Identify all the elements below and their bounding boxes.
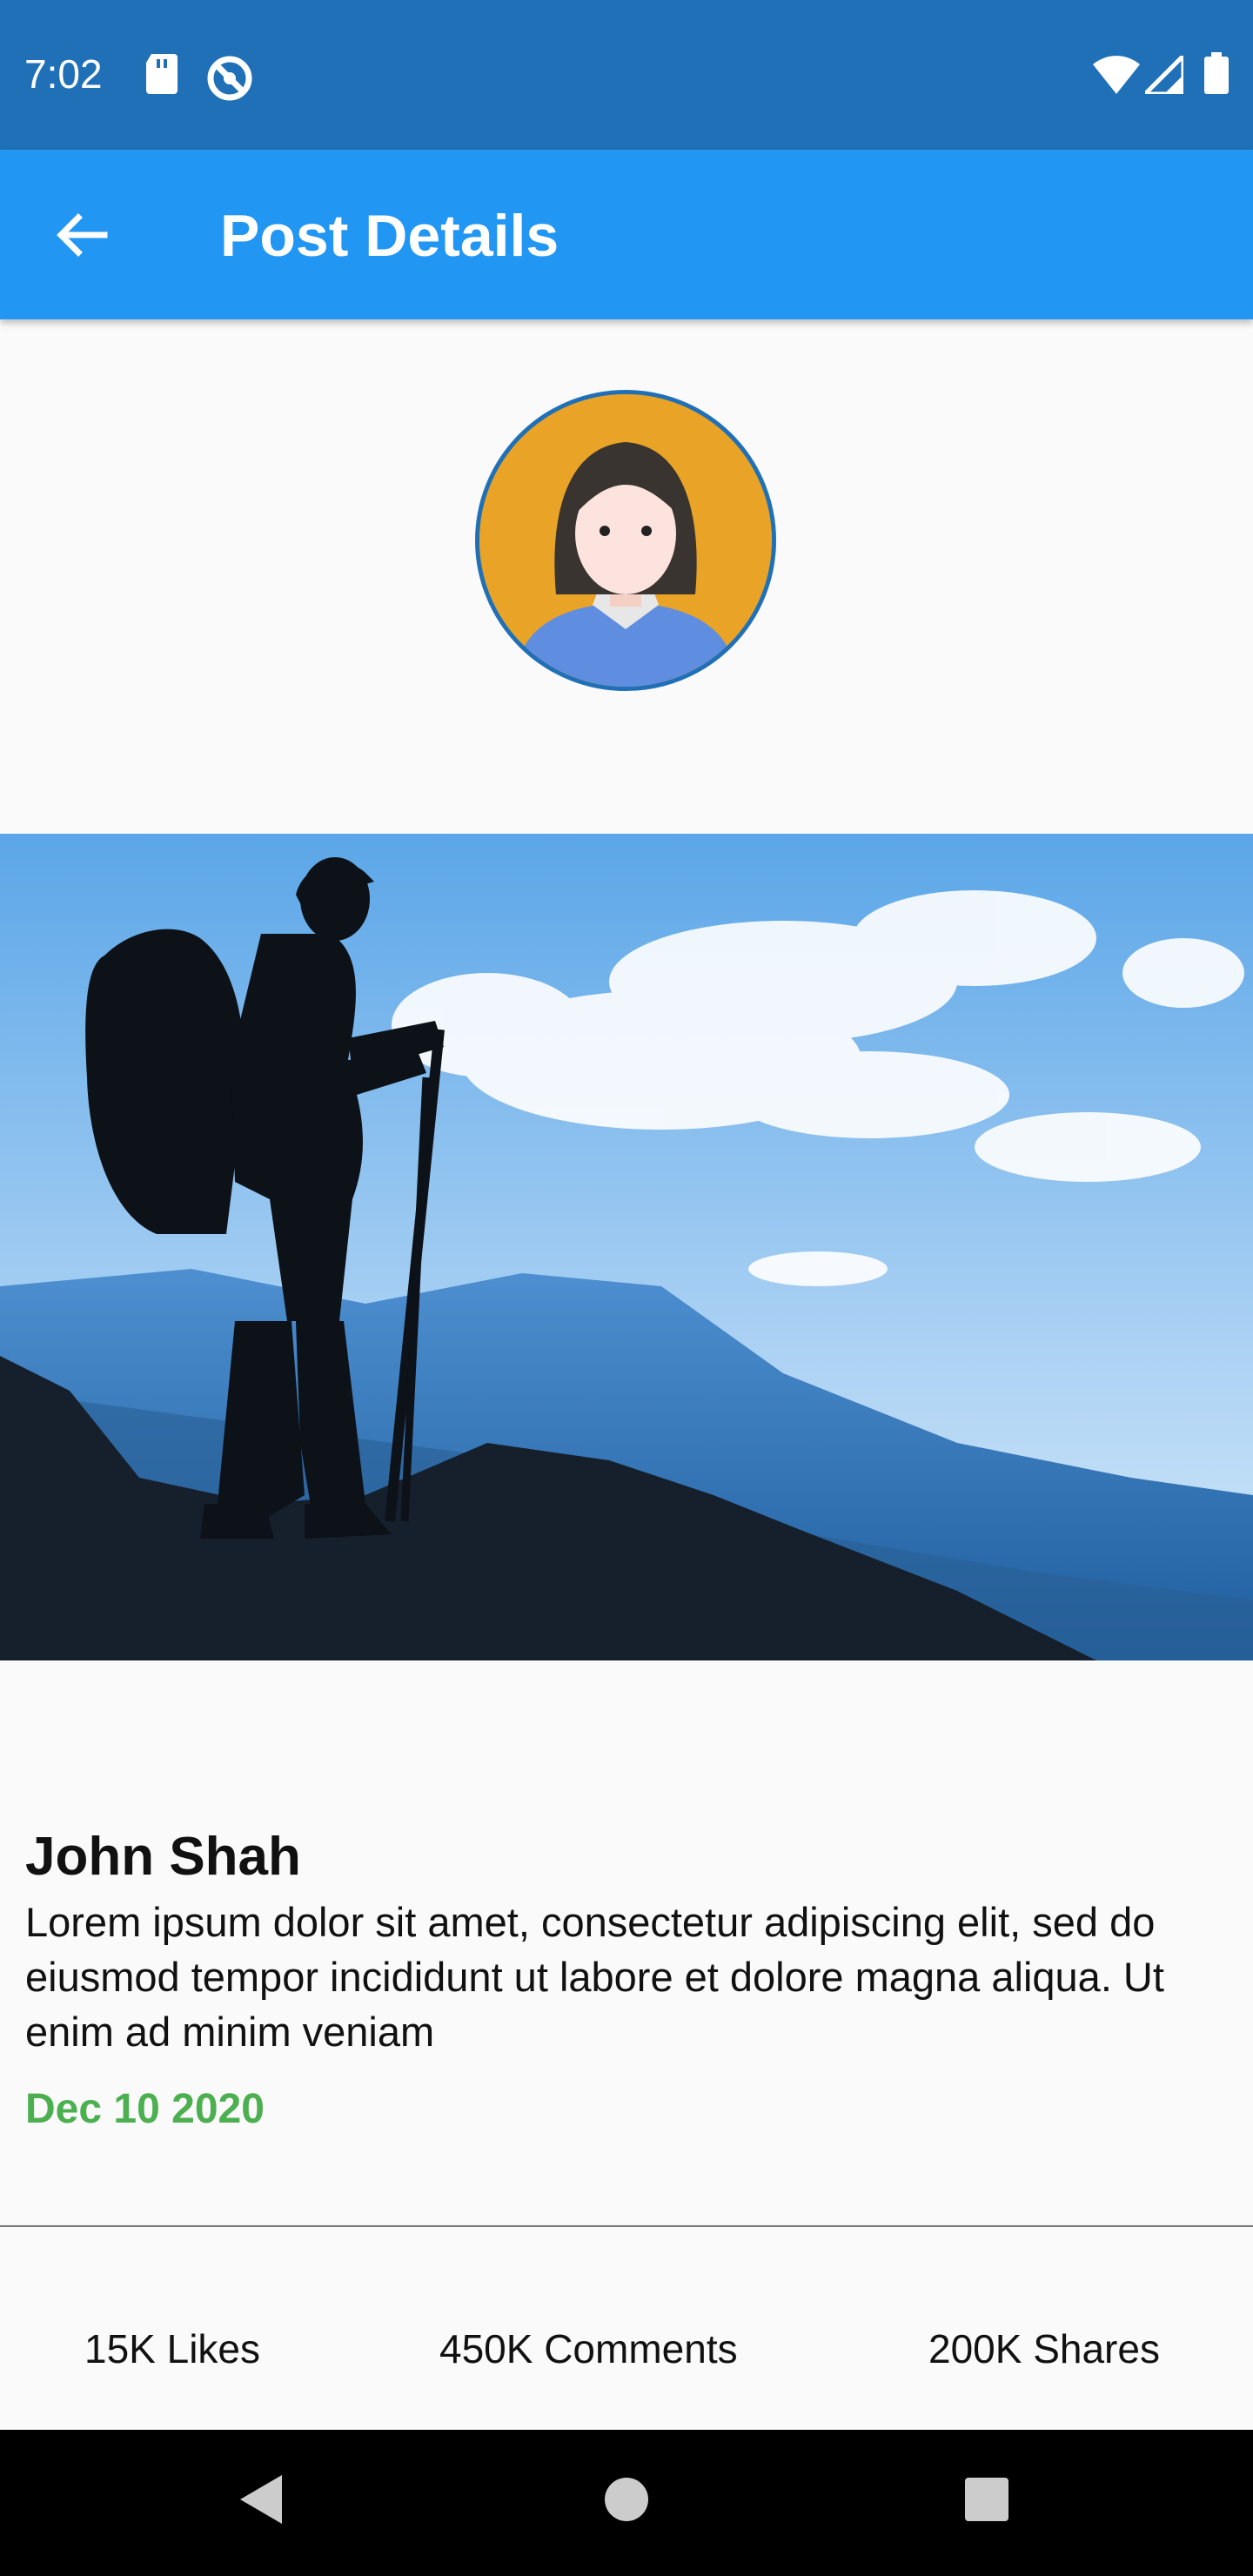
page-title: Post Details	[220, 203, 559, 269]
post-date: Dec 10 2020	[25, 2086, 265, 2132]
back-triangle-icon[interactable]	[237, 2472, 285, 2527]
sd-card-icon	[144, 54, 179, 98]
avatar[interactable]	[475, 390, 776, 691]
do-not-disturb-icon	[205, 54, 254, 107]
status-time: 7:02	[24, 51, 103, 97]
shares-count[interactable]: 200K Shares	[928, 2325, 1160, 2372]
post-body-text: Lorem ipsum dolor sit amet, consectetur …	[25, 1899, 1164, 2055]
app-bar: Post Details	[0, 150, 1253, 319]
back-button[interactable]	[47, 200, 117, 270]
recents-square-icon[interactable]	[964, 2477, 1009, 2522]
likes-count[interactable]: 15K Likes	[84, 2325, 260, 2372]
woman-avatar-icon	[479, 394, 772, 687]
author-name: John Shah	[25, 1827, 301, 1887]
post-image	[0, 834, 1253, 1660]
signal-icon	[1139, 50, 1186, 98]
system-nav-bar	[0, 2430, 1253, 2576]
home-circle-icon[interactable]	[602, 2475, 651, 2524]
divider	[0, 2225, 1253, 2227]
hiker-mountain-image	[0, 834, 1253, 1660]
battery-icon	[1204, 52, 1229, 98]
comments-count[interactable]: 450K Comments	[439, 2325, 738, 2372]
wifi-icon	[1093, 56, 1140, 98]
arrow-back-icon	[57, 213, 108, 257]
status-bar: 7:02	[0, 0, 1253, 150]
